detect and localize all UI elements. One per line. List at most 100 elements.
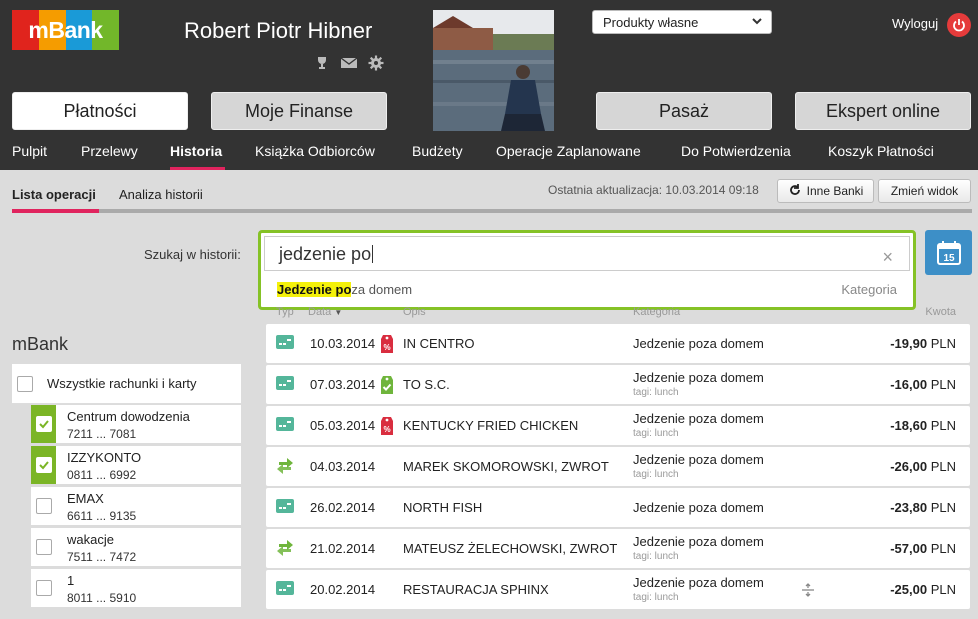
account-checkbox-cell [31,446,56,484]
subnav-budzety[interactable]: Budżety [412,143,463,159]
tabs-divider [12,209,972,213]
power-icon[interactable] [947,13,971,37]
chevron-down-icon [751,14,763,31]
refresh-icon [788,183,802,200]
account-checkbox[interactable] [35,498,52,514]
column-category[interactable]: Kategoria [633,306,680,318]
user-photo[interactable] [433,10,554,131]
transaction-row[interactable]: 21.02.2014 MATEUSZ ŻELECHOWSKI, ZWROT Jedz… [266,529,970,568]
account-item[interactable]: wakacje 7511 ... 7472 [31,528,241,568]
account-item[interactable]: 1 8011 ... 5910 [31,569,241,609]
tab-history-analysis[interactable]: Analiza historii [119,187,203,202]
sub-navigation: Pulpit Przelewy Historia Książka Odbiorc… [0,140,978,170]
amount-currency: PLN [930,500,956,515]
change-view-button[interactable]: Zmień widok [878,179,971,203]
split-transaction-icon[interactable] [801,583,815,602]
account-checkbox[interactable] [35,457,52,473]
account-checkbox[interactable] [35,416,52,432]
amount-currency: PLN [930,541,956,556]
gear-icon[interactable] [368,55,384,71]
subnav-ksiazka-odbiorcow[interactable]: Książka Odbiorców [255,143,375,159]
percent-tag-icon[interactable]: % [379,415,395,442]
main-button-expert-online[interactable]: Ekspert online [795,92,971,130]
account-checkbox-cell [31,487,56,525]
column-description[interactable]: Opis [403,306,426,318]
tab-operations-list[interactable]: Lista operacji [12,187,96,202]
transaction-row[interactable]: 05.03.2014% KENTUCKY FRIED CHICKEN Jedzeni… [266,406,970,445]
transaction-tags: tagi: lunch [633,469,679,480]
calendar-button[interactable]: 15 [925,230,972,275]
transfer-icon [276,457,294,480]
subnav-historia[interactable]: Historia [170,143,222,159]
all-accounts-checkbox[interactable] [17,375,33,392]
amount-value: -26,00 [890,459,928,474]
search-panel: jedzenie po × Jedzenie poza domem Katego… [258,230,916,310]
account-name: EMAX [67,491,104,506]
history-tabs: Lista operacji Analiza historii Ostatnia… [0,170,978,214]
subnav-przelewy[interactable]: Przelewy [81,143,138,159]
search-suggestion[interactable]: Jedzenie poza domem Kategoria [261,275,913,307]
account-item[interactable]: Centrum dowodzenia 7211 ... 7081 [31,405,241,445]
other-banks-label: Inne Banki [806,184,864,198]
logout-link[interactable]: Wyloguj [892,16,938,31]
last-update-text: Ostatnia aktualizacja: 10.03.2014 09:18 [548,183,759,197]
subnav-pulpit[interactable]: Pulpit [12,143,47,159]
transaction-row[interactable]: 20.02.2014 RESTAURACJA SPHINX Jedzenie poz… [266,570,970,609]
mail-icon[interactable] [340,55,358,71]
clear-search-icon[interactable]: × [882,247,893,268]
transaction-category[interactable]: Jedzenie poza domem [633,336,764,351]
column-date-label: Data [308,306,332,318]
column-type[interactable]: Typ [276,306,294,318]
amount-currency: PLN [930,459,956,474]
transaction-category[interactable]: Jedzenie poza domem [633,411,764,426]
account-number: 0811 ... 6992 [67,468,137,482]
transaction-row[interactable]: 26.02.2014 NORTH FISH Jedzenie poza domem -… [266,488,970,527]
header-icon-group [314,55,384,71]
column-amount[interactable]: Kwota [925,306,956,318]
main-button-pasaz[interactable]: Pasaż [596,92,772,130]
transaction-row[interactable]: 07.03.2014 TO S.C. Jedzenie poza domem tagi… [266,365,970,404]
table-header: Typ Data ▼ Opis Kategoria Kwota [276,306,956,320]
transaction-description: RESTAURACJA SPHINX [403,582,549,597]
other-banks-button[interactable]: Inne Banki [777,179,874,203]
products-select[interactable]: Produkty własne [592,10,772,34]
transaction-row[interactable]: 04.03.2014 MAREK SKOMOROWSKI, ZWROT Jedzen… [266,447,970,486]
subnav-koszyk-platnosci[interactable]: Koszyk Płatności [828,143,934,159]
account-item[interactable]: EMAX 6611 ... 9135 [31,487,241,527]
card-icon [276,375,294,396]
amount-value: -18,60 [890,418,928,433]
account-name: 1 [67,573,75,588]
amount-currency: PLN [930,336,956,351]
account-item[interactable]: IZZYKONTO 0811 ... 6992 [31,446,241,486]
column-date[interactable]: Data ▼ [308,306,342,318]
all-accounts-filter[interactable]: Wszystkie rachunki i karty [12,364,241,404]
transaction-category[interactable]: Jedzenie poza domem [633,452,764,467]
transaction-description: TO S.C. [403,377,450,392]
transaction-description: KENTUCKY FRIED CHICKEN [403,418,579,433]
amount-value: -16,00 [890,377,928,392]
suggestion-text: Jedzenie poza domem [277,282,412,297]
account-checkbox[interactable] [35,539,52,555]
main-button-my-finances[interactable]: Moje Finanse [211,92,387,130]
transfer-icon [276,539,294,562]
transaction-category[interactable]: Jedzenie poza domem [633,575,764,590]
card-icon [276,580,294,601]
transaction-category[interactable]: Jedzenie poza domem [633,370,764,385]
transaction-row[interactable]: 10.03.2014% IN CENTRO Jedzenie poza domem -… [266,324,970,363]
search-input[interactable]: jedzenie po × [264,236,910,271]
subnav-operacje-zaplanowane[interactable]: Operacje Zaplanowane [496,143,641,159]
subnav-do-potwierdzenia[interactable]: Do Potwierdzenia [681,143,791,159]
transaction-date: 07.03.2014 [310,377,376,392]
check-tag-icon[interactable] [379,374,395,401]
account-number: 7511 ... 7472 [67,550,137,564]
main-button-payments[interactable]: Płatności [12,92,188,130]
transaction-category[interactable]: Jedzenie poza domem [633,534,764,549]
trophy-icon[interactable] [314,55,330,71]
transaction-amount: -18,60 PLN [890,418,956,433]
percent-tag-icon[interactable]: % [379,333,395,360]
mbank-logo[interactable]: mBank [12,10,119,50]
account-checkbox[interactable] [35,580,52,596]
amount-currency: PLN [930,377,956,392]
amount-value: -25,00 [890,582,928,597]
transaction-category[interactable]: Jedzenie poza domem [633,500,764,515]
